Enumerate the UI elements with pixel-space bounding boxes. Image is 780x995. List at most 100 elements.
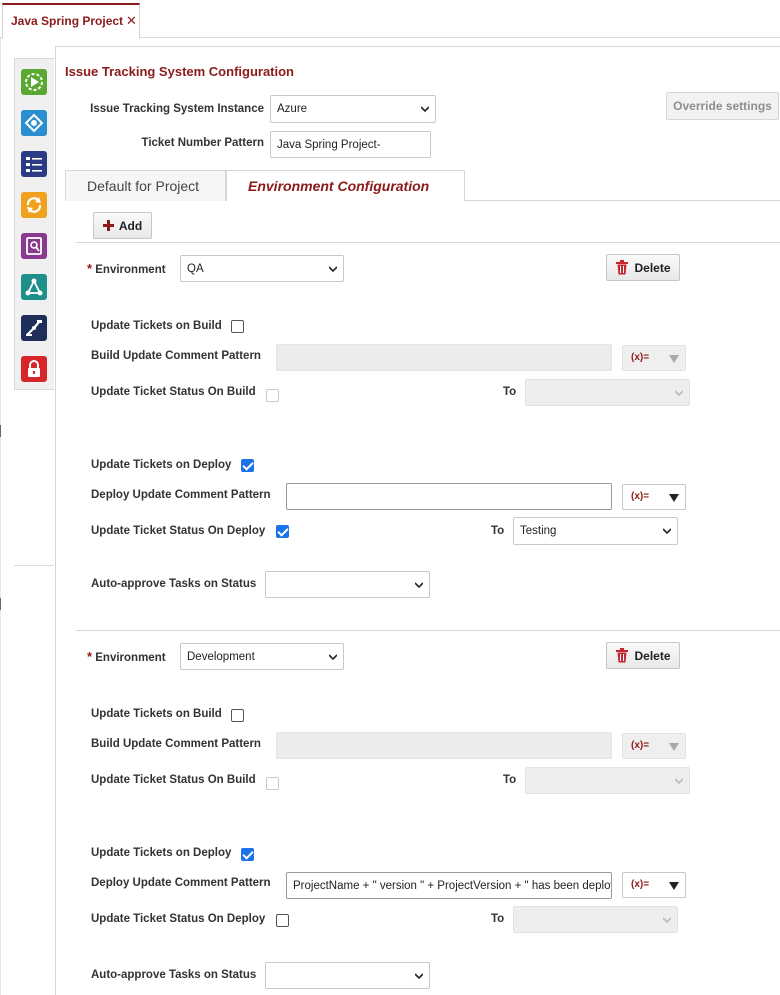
build-comment-label: Build Update Comment Pattern xyxy=(91,350,261,362)
build-comment-input[interactable] xyxy=(276,344,612,371)
icon-rail xyxy=(14,58,54,390)
add-button[interactable]: Add xyxy=(93,212,152,239)
to-label: To xyxy=(491,913,505,925)
deploy-comment-input[interactable] xyxy=(286,483,612,510)
variable-insert-button[interactable]: (x)= xyxy=(622,484,686,510)
build-to-select[interactable] xyxy=(525,379,690,406)
add-label: Add xyxy=(118,218,143,233)
status-deploy-checkbox[interactable] xyxy=(276,914,289,927)
environment-value: Development xyxy=(187,651,255,663)
chevron-down-icon xyxy=(329,654,337,661)
deploy-to-select[interactable] xyxy=(513,906,678,933)
tab-default-for-project[interactable]: Default for Project xyxy=(65,170,226,201)
to-label: To xyxy=(503,774,517,786)
chevron-down-icon xyxy=(675,778,683,785)
update-tickets-build-checkbox[interactable] xyxy=(231,709,244,722)
auto-approve-label: Auto-approve Tasks on Status xyxy=(91,969,257,981)
status-build-checkbox[interactable] xyxy=(266,389,279,402)
environment-value: QA xyxy=(187,263,204,275)
deploy-comment-input[interactable]: ProjectName + " version " + ProjectVersi… xyxy=(286,872,612,899)
left-divider xyxy=(0,38,1,995)
status-build-label: Update Ticket Status On Build xyxy=(91,774,256,786)
run-icon[interactable] xyxy=(21,69,47,95)
delete-button[interactable]: Delete xyxy=(606,642,680,669)
environment-label-text: Environment xyxy=(95,652,166,664)
environment-label-text: Environment xyxy=(95,264,166,276)
caret-down-icon xyxy=(669,882,679,890)
tab-environment-configuration[interactable]: Environment Configuration xyxy=(226,170,465,201)
variable-insert-button[interactable]: (x)= xyxy=(622,345,686,371)
left-edge-fragment xyxy=(14,565,54,566)
deploy-comment-label: Deploy Update Comment Pattern xyxy=(91,489,271,501)
chevron-down-icon xyxy=(415,582,423,589)
checklist-icon[interactable] xyxy=(21,151,47,177)
environment-select[interactable]: Development xyxy=(180,643,344,670)
environment-select[interactable]: QA xyxy=(180,255,344,282)
to-label: To xyxy=(491,525,505,537)
left-edge-fragment xyxy=(0,425,3,437)
delete-button[interactable]: Delete xyxy=(606,254,680,281)
trash-icon xyxy=(616,648,629,663)
auto-approve-select[interactable] xyxy=(265,571,430,598)
close-icon[interactable]: ✕ xyxy=(126,5,137,37)
trash-icon xyxy=(616,260,629,275)
environment-label: * Environment xyxy=(87,261,166,276)
deploy-to-value: Testing xyxy=(520,525,557,537)
update-tickets-build-label: Update Tickets on Build xyxy=(91,320,222,332)
section-divider xyxy=(76,242,780,243)
chevron-down-icon xyxy=(663,528,671,535)
chevron-down-icon xyxy=(329,266,337,273)
chevron-down-icon xyxy=(421,106,429,113)
section-divider xyxy=(76,630,780,631)
delete-label: Delete xyxy=(634,648,671,663)
its-instance-label: Issue Tracking System Instance xyxy=(90,103,264,115)
auto-approve-select[interactable] xyxy=(265,962,430,989)
update-tickets-deploy-checkbox[interactable] xyxy=(241,459,254,472)
status-deploy-checkbox[interactable] xyxy=(276,525,289,538)
override-settings-button[interactable]: Override settings xyxy=(666,92,779,120)
required-marker: * xyxy=(87,649,93,664)
update-tickets-deploy-label: Update Tickets on Deploy xyxy=(91,459,232,471)
ticket-pattern-input[interactable]: Java Spring Project- xyxy=(270,131,431,158)
report-icon[interactable] xyxy=(21,233,47,259)
update-tickets-build-label: Update Tickets on Build xyxy=(91,708,222,720)
build-comment-label: Build Update Comment Pattern xyxy=(91,738,261,750)
robot-icon[interactable] xyxy=(21,315,47,341)
ticket-pattern-label: Ticket Number Pattern xyxy=(141,137,265,149)
its-instance-select[interactable]: Azure xyxy=(270,95,436,123)
left-edge-fragment xyxy=(0,598,3,610)
build-comment-input[interactable] xyxy=(276,732,612,759)
variable-insert-button[interactable]: (x)= xyxy=(622,733,686,759)
build-to-select[interactable] xyxy=(525,767,690,794)
workflow-icon[interactable] xyxy=(21,274,47,300)
override-settings-label: Override settings xyxy=(673,99,772,113)
variable-icon: (x)= xyxy=(631,352,650,363)
deploy-to-select[interactable]: Testing xyxy=(513,517,678,545)
its-instance-value: Azure xyxy=(277,103,308,115)
project-tab-label: Java Spring Project xyxy=(11,14,124,28)
variable-insert-button[interactable]: (x)= xyxy=(622,872,686,898)
lock-icon[interactable] xyxy=(21,356,47,382)
chevron-down-icon xyxy=(415,973,423,980)
update-tickets-deploy-label: Update Tickets on Deploy xyxy=(91,847,232,859)
status-deploy-label: Update Ticket Status On Deploy xyxy=(91,525,266,537)
to-label: To xyxy=(503,386,517,398)
status-build-label: Update Ticket Status On Build xyxy=(91,386,256,398)
deploy-comment-label: Deploy Update Comment Pattern xyxy=(91,877,271,889)
variable-icon: (x)= xyxy=(631,491,650,502)
auto-approve-label: Auto-approve Tasks on Status xyxy=(91,578,257,590)
caret-down-icon xyxy=(669,355,679,363)
environment-label: * Environment xyxy=(87,649,166,664)
status-build-checkbox[interactable] xyxy=(266,777,279,790)
chevron-down-icon xyxy=(675,390,683,397)
update-tickets-build-checkbox[interactable] xyxy=(231,320,244,333)
sync-icon[interactable] xyxy=(21,192,47,218)
project-tab[interactable]: Java Spring Project ✕ xyxy=(2,3,140,39)
status-deploy-label: Update Ticket Status On Deploy xyxy=(91,913,266,925)
chevron-down-icon xyxy=(663,917,671,924)
caret-down-icon xyxy=(669,743,679,751)
caret-down-icon xyxy=(669,494,679,502)
update-tickets-deploy-checkbox[interactable] xyxy=(241,848,254,861)
deploy-icon[interactable] xyxy=(21,110,47,136)
variable-icon: (x)= xyxy=(631,740,650,751)
